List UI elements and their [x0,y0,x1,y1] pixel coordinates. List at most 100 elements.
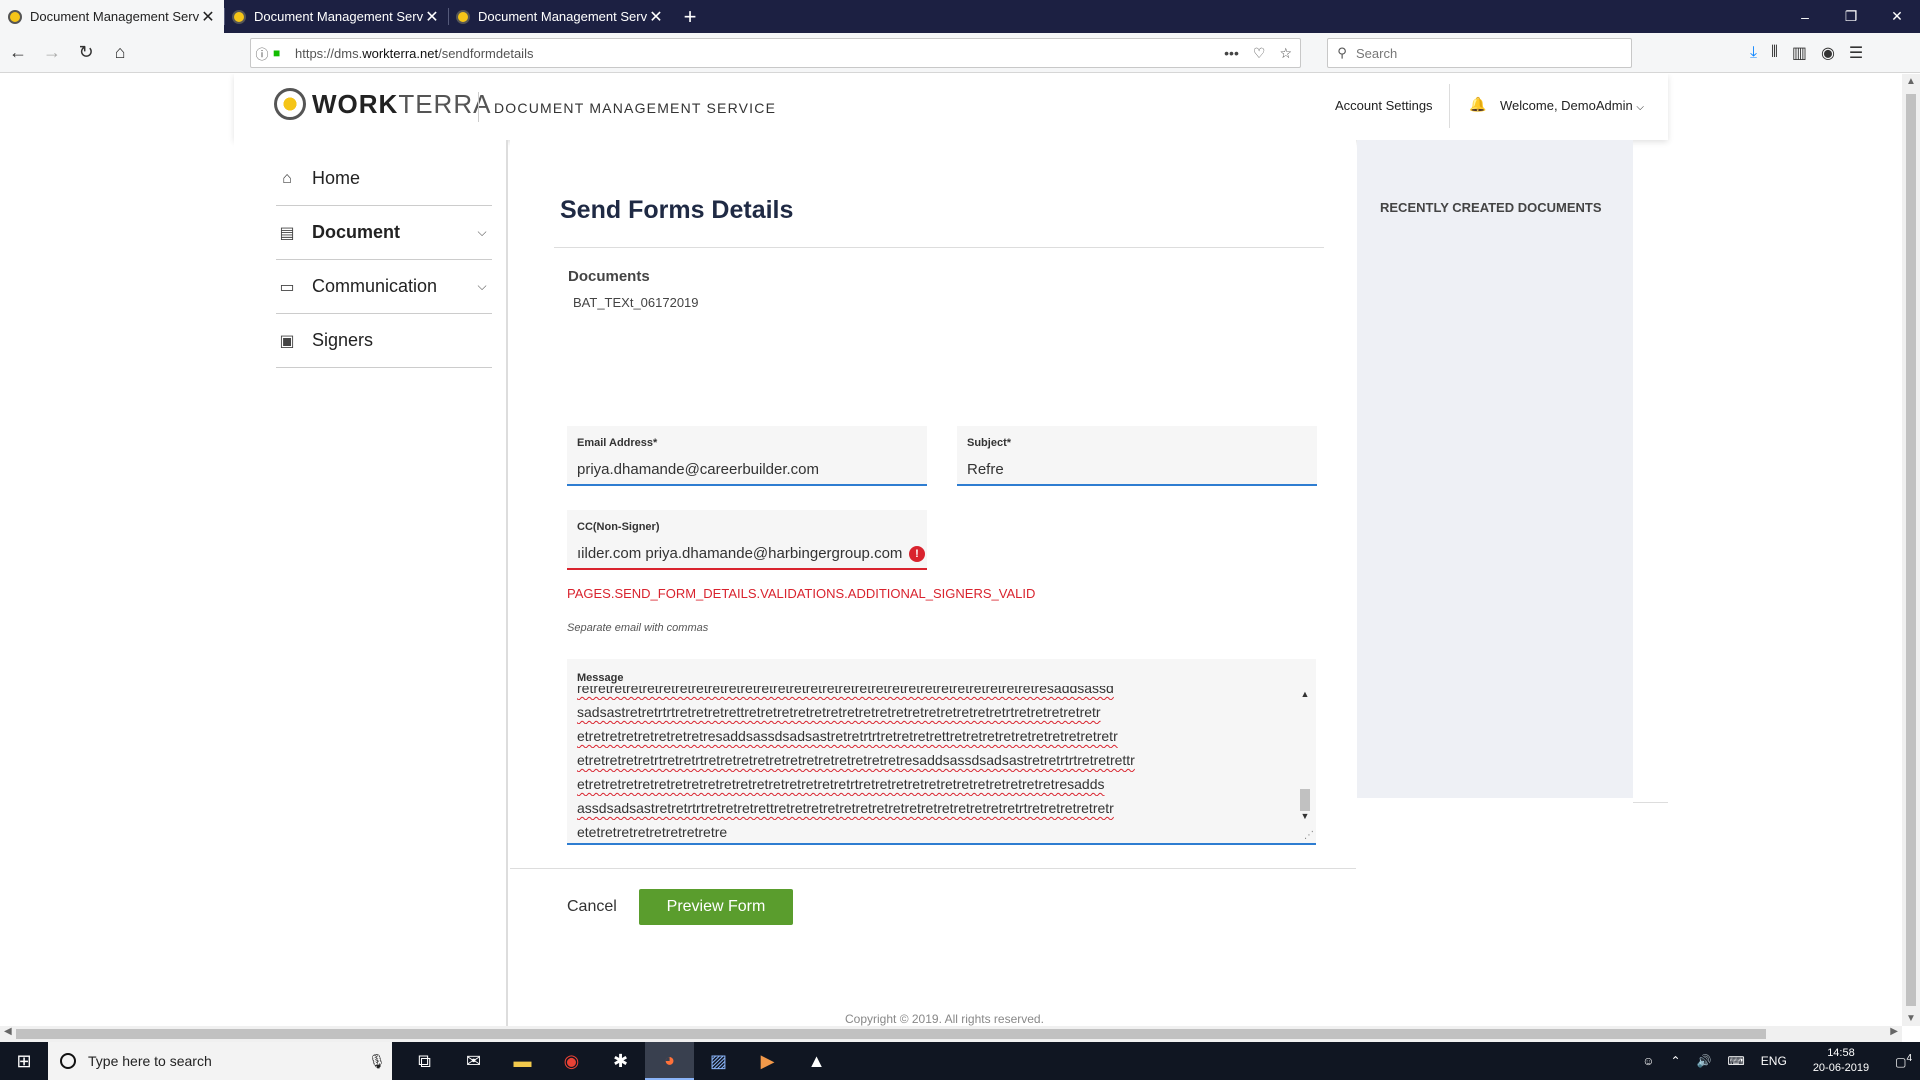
chat-icon: ▭ [279,278,295,296]
task-view-icon[interactable]: ⧉ [400,1042,449,1080]
reload-icon[interactable]: ↻ [70,37,102,69]
user-menu[interactable]: Welcome, DemoAdmin ⌵ [1500,98,1644,113]
email-field[interactable]: Email Address* priya.dhamande@careerbuil… [567,426,927,486]
windows-start-icon[interactable]: ⊞ [0,1042,48,1080]
resize-handle-icon[interactable]: ⋰ [1304,830,1314,841]
url-bar[interactable]: ⓘ ■ https://dms.workterra.net/sendformde… [250,38,1301,68]
browser-tab-1[interactable]: Document Management Servic ✕ [0,0,224,33]
email-input[interactable]: priya.dhamande@careerbuilder.com [577,461,917,478]
star-icon[interactable]: ☆ [1279,45,1292,62]
account-icon[interactable]: ◉ [1821,43,1835,63]
tray-expand-icon[interactable]: ⌃ [1662,1054,1688,1068]
photos-icon[interactable]: ▲ [792,1042,841,1080]
email-hint: Separate email with commas [567,622,709,634]
favicon-icon [232,9,246,24]
validation-error: PAGES.SEND_FORM_DETAILS.VALIDATIONS.ADDI… [567,586,1036,601]
message-scrollbar[interactable]: ▲ ▼ [1298,689,1312,821]
forward-icon[interactable]: → [36,37,68,69]
browser-tab-2[interactable]: Document Management Servic ✕ [224,0,448,33]
chrome-icon[interactable]: ◉ [547,1042,596,1080]
back-icon[interactable]: ← [2,37,34,69]
language-indicator[interactable]: ENG [1753,1054,1795,1068]
windows-taskbar: ⊞ Type here to search 🎙 ⧉ ✉ ▬ ◉ ✱ ◕ ▨ ▶ … [0,1042,1920,1080]
cancel-button[interactable]: Cancel [567,889,627,925]
close-tab-icon[interactable]: ✕ [200,7,216,27]
more-icon[interactable]: ••• [1224,45,1239,62]
restore-icon[interactable]: ❐ [1828,0,1874,33]
message-line: etretretretretretretretresaddsassdsadsas… [577,728,1118,744]
volume-icon[interactable]: 🔊 [1689,1054,1720,1068]
subject-field[interactable]: Subject* Refre [957,426,1317,486]
window-controls: – ❐ ✕ [1782,0,1920,33]
close-tab-icon[interactable]: ✕ [424,7,440,27]
mail-icon[interactable]: ✉ [449,1042,498,1080]
sidebar-toggle-icon[interactable]: ▥ [1792,43,1807,63]
page-title: Send Forms Details [560,196,794,224]
media-player-icon[interactable]: ▶ [743,1042,792,1080]
scroll-thumb[interactable] [1300,789,1310,811]
document-name: BAT_TEXt_06172019 [573,295,699,310]
message-line: etetretretretretretretretre [577,824,728,837]
scroll-left-icon[interactable]: ◀ [4,1026,12,1037]
close-window-icon[interactable]: ✕ [1874,0,1920,33]
microphone-icon[interactable]: 🎙 [362,1053,392,1070]
page-viewport: WORKTERRA DOCUMENT MANAGEMENT SERVICE Ac… [0,74,1902,1026]
bell-icon[interactable]: 🔔 [1469,96,1486,113]
message-line: etretretretretretretretretretretretretre… [577,776,1105,792]
page-horizontal-scrollbar[interactable]: ◀ ▶ [0,1026,1902,1042]
download-icon[interactable]: ⤓ [1750,44,1757,62]
minimize-icon[interactable]: – [1782,0,1828,33]
sidebar-item-document[interactable]: ▤ Document ⌵ [276,206,492,260]
page-vertical-scrollbar[interactable]: ▲ ▼ [1902,74,1920,1026]
file-explorer-icon[interactable]: ▬ [498,1042,547,1080]
recent-documents-panel: RECENTLY CREATED DOCUMENTS [1357,140,1633,798]
message-textarea[interactable]: retretretretretretretretretretretretretr… [577,686,1292,837]
firefox-icon[interactable]: ◕ [645,1042,694,1080]
scroll-thumb[interactable] [1906,94,1916,1006]
taskbar-apps: ⧉ ✉ ▬ ◉ ✱ ◕ ▨ ▶ ▲ [400,1042,841,1080]
header-divider [1449,84,1450,128]
taskbar-search[interactable]: Type here to search 🎙 [48,1042,392,1080]
new-tab-icon[interactable]: + [672,0,708,33]
signer-icon: ▣ [279,332,295,350]
workterra-logo[interactable]: WORKTERRA [274,88,491,120]
scroll-down-icon[interactable]: ▼ [1902,1013,1920,1024]
panel-divider [1633,802,1668,803]
favicon-icon [8,9,22,24]
scroll-up-icon[interactable]: ▲ [1902,76,1920,87]
cc-field[interactable]: CC(Non-Signer) ıilder.com priya.dhamande… [567,510,927,570]
sidebar-item-communication[interactable]: ▭ Communication ⌵ [276,260,492,314]
close-tab-icon[interactable]: ✕ [648,7,664,27]
subject-input[interactable]: Refre [967,461,1307,478]
recent-documents-title: RECENTLY CREATED DOCUMENTS [1380,200,1602,215]
preview-form-button[interactable]: Preview Form [639,889,793,925]
keyboard-icon[interactable]: ⌨ [1719,1054,1752,1068]
cc-input[interactable]: ıilder.com priya.dhamande@harbingergroup… [577,545,907,562]
browser-nav-bar: ← → ↻ ⌂ ⓘ ■ https://dms.workterra.net/se… [0,33,1920,73]
browser-search-input[interactable]: ⚲ Search [1327,38,1632,68]
scroll-down-icon[interactable]: ▼ [1298,811,1312,821]
home-browser-icon[interactable]: ⌂ [104,37,136,69]
scroll-up-icon[interactable]: ▲ [1298,689,1312,699]
vscode-icon[interactable]: ▨ [694,1042,743,1080]
documents-label: Documents [568,268,650,285]
library-icon[interactable]: ⫴ [1771,44,1778,62]
menu-icon[interactable]: ☰ [1849,43,1863,63]
scroll-right-icon[interactable]: ▶ [1890,1026,1898,1037]
browser-tab-3[interactable]: Document Management Servic ✕ [448,0,672,33]
clock[interactable]: 14:58 20-06-2019 [1795,1046,1887,1076]
sidebar-item-signers[interactable]: ▣ Signers [276,314,492,368]
sidebar: ⌂ Home ▤ Document ⌵ ▭ Communication ⌵ ▣ … [234,140,508,1026]
slack-icon[interactable]: ✱ [596,1042,645,1080]
url-text[interactable]: https://dms.workterra.net/sendformdetail… [295,46,1224,61]
notification-icon[interactable]: ▢4 [1887,1053,1920,1069]
people-icon[interactable]: ☺ [1634,1054,1662,1068]
message-field[interactable]: Message retretretretretretretretretretre… [567,659,1316,845]
account-settings-link[interactable]: Account Settings [1335,98,1433,113]
copyright-text: Copyright © 2019. All rights reserved. [845,1012,1044,1026]
service-name: DOCUMENT MANAGEMENT SERVICE [494,100,777,116]
scroll-thumb[interactable] [16,1029,1766,1039]
pocket-icon[interactable]: ♡ [1253,45,1266,62]
sidebar-item-home[interactable]: ⌂ Home [276,152,492,206]
info-icon[interactable]: ⓘ [251,44,273,63]
